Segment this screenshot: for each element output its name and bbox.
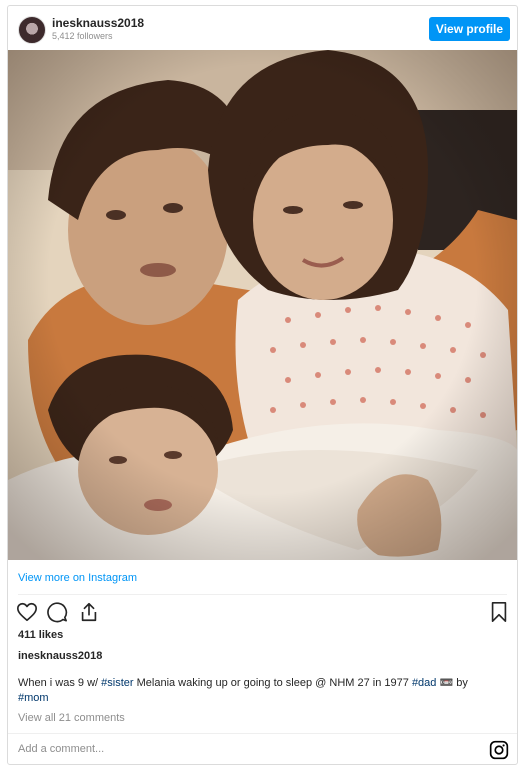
hashtag-link[interactable]: #dad [412,677,436,689]
instagram-logo-icon[interactable] [489,740,509,760]
post-photo[interactable] [8,50,517,560]
avatar[interactable] [18,16,46,44]
family-photo-image [8,50,517,560]
hashtag-link[interactable]: #sister [101,677,133,689]
hashtag-link[interactable]: #mom [18,692,49,704]
comment-icon[interactable] [46,601,68,623]
share-icon[interactable] [78,601,100,623]
caption-text: Melania waking up or going to sleep @ NH… [133,677,412,689]
instagram-embed-card: inesknauss2018 5,412 followers View prof… [7,5,518,765]
add-comment-bar: Add a comment... [8,733,517,766]
view-all-comments-link[interactable]: View all 21 comments [18,712,125,724]
caption-text: 📼 by [436,677,468,689]
username-link[interactable]: inesknauss2018 [52,16,144,30]
post-owner-username[interactable]: inesknauss2018 [18,650,102,662]
add-comment-input[interactable]: Add a comment... [18,743,104,755]
view-profile-button[interactable]: View profile [429,17,510,41]
post-caption: When i was 9 w/ #sister Melania waking u… [18,676,498,706]
like-count[interactable]: 411 likes [18,629,63,641]
heart-icon[interactable] [16,601,38,623]
bookmark-icon[interactable] [488,601,510,623]
action-bar [16,601,510,625]
caption-text: When i was 9 w/ [18,677,102,689]
divider [18,594,507,595]
view-more-link[interactable]: View more on Instagram [18,572,137,584]
post-header: inesknauss2018 5,412 followers View prof… [8,6,517,50]
follower-count: 5,412 followers [52,31,113,41]
